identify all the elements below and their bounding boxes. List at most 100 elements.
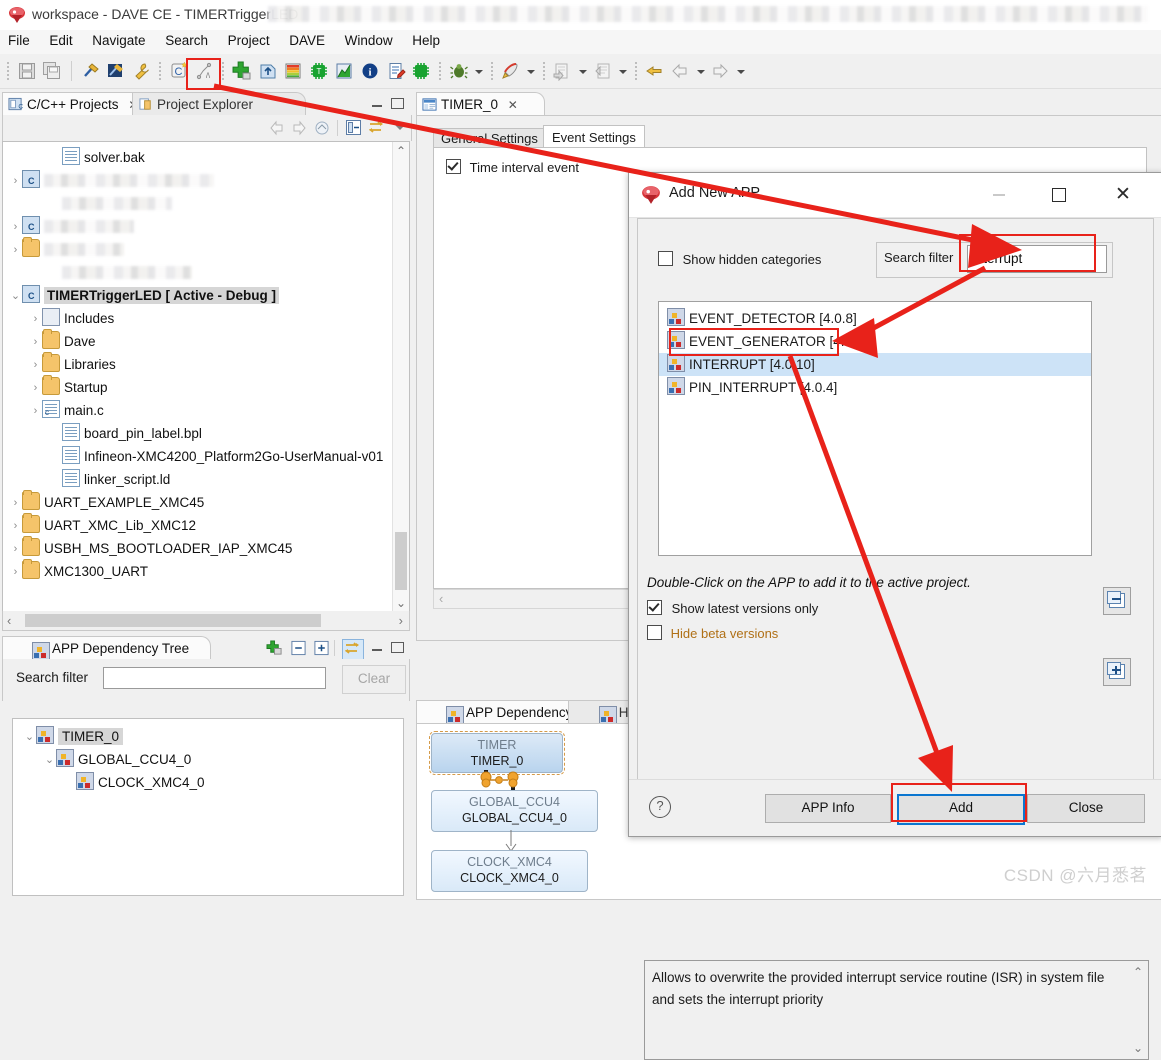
tree-twisty-collapsed[interactable]: ›: [9, 170, 22, 193]
tree-twisty-collapsed[interactable]: ›: [29, 400, 42, 423]
tree-twisty-collapsed[interactable]: ›: [29, 331, 42, 354]
projects-tree-row[interactable]: › XMC1300_UART: [3, 559, 392, 584]
projects-tree-row[interactable]: › c main.c: [3, 399, 392, 422]
info-icon[interactable]: i: [360, 61, 380, 81]
run-rocket-icon[interactable]: [500, 61, 520, 81]
projects-tree-row[interactable]: [3, 192, 392, 215]
add-new-app-icon[interactable]: [232, 61, 252, 81]
dependency-maximize-icon[interactable]: [390, 640, 404, 654]
inner-tab-general-settings[interactable]: General Settings: [433, 128, 546, 149]
hide-beta-versions-checkbox[interactable]: [647, 625, 662, 640]
projects-tree-row[interactable]: board_pin_label.bpl: [3, 422, 392, 445]
dependency-expand-all-icon[interactable]: [313, 640, 330, 659]
show-hidden-categories-row[interactable]: Show hidden categories: [658, 251, 821, 267]
projects-tree-vscrollbar[interactable]: ⌃ ⌄: [392, 142, 409, 612]
tree-twisty-collapsed[interactable]: ›: [29, 354, 42, 377]
dialog-search-filter-input[interactable]: [967, 245, 1107, 273]
projects-tree-row[interactable]: ›: [3, 169, 392, 193]
open-type-icon[interactable]: [593, 61, 613, 81]
projects-minimize-icon[interactable]: [370, 96, 384, 110]
menu-item-edit[interactable]: Edit: [41, 30, 80, 51]
menu-item-dave[interactable]: DAVE: [281, 30, 333, 51]
back-icon[interactable]: [670, 61, 690, 81]
new-ce-icon[interactable]: C: [169, 61, 189, 81]
projects-forward-arrow-icon[interactable]: [291, 120, 308, 139]
toolbar-drag-handle-7[interactable]: [634, 62, 637, 80]
toolbar-drag-handle-3[interactable]: [222, 62, 225, 80]
show-latest-versions-checkbox[interactable]: [647, 600, 662, 615]
dependency-minimize-icon[interactable]: [370, 640, 384, 654]
app-list[interactable]: EVENT_DETECTOR [4.0.8] EVENT_GENERATOR [4…: [658, 301, 1092, 556]
projects-collapse-all-icon[interactable]: [345, 119, 362, 139]
projects-tree-vscroll-thumb[interactable]: [395, 532, 407, 590]
tree-twisty-collapsed[interactable]: ›: [9, 515, 22, 538]
back-dropdown-arrow-icon[interactable]: [695, 61, 706, 81]
hide-beta-versions-row[interactable]: Hide beta versions: [647, 625, 778, 641]
tree-twisty-collapsed[interactable]: ›: [29, 308, 42, 331]
toolbar-drag-handle-5[interactable]: [490, 62, 493, 80]
dependency-tree-box[interactable]: ⌄ TIMER_0 ⌄ GLOBAL_CCU4_0 CLOCK_XMC4_0: [12, 718, 404, 896]
save-icon[interactable]: [17, 61, 37, 81]
toolbar-drag-handle-6[interactable]: [542, 62, 545, 80]
app-info-button[interactable]: APP Info: [765, 794, 891, 823]
tree-twisty-collapsed[interactable]: ›: [29, 377, 42, 400]
build-all-icon[interactable]: [106, 61, 126, 81]
projects-link-with-editor-icon[interactable]: [367, 119, 385, 139]
app-list-expand-all-button[interactable]: [1103, 658, 1131, 686]
editor-hscroll-left-icon[interactable]: ‹: [439, 591, 443, 606]
toolbar-drag-handle-4[interactable]: [438, 62, 441, 80]
projects-tree-row[interactable]: Infineon-XMC4200_Platform2Go-UserManual-…: [3, 445, 392, 468]
help-question-icon[interactable]: ?: [649, 796, 671, 818]
dialog-maximize-icon[interactable]: [1036, 173, 1082, 216]
projects-tree-row[interactable]: ›: [3, 215, 392, 239]
projects-tree-row[interactable]: solver.bak: [3, 146, 392, 169]
menu-item-help[interactable]: Help: [404, 30, 448, 51]
dependency-add-new-app-icon[interactable]: [266, 640, 283, 659]
save-all-icon[interactable]: [42, 61, 62, 81]
projects-hscroll-thumb[interactable]: [25, 614, 321, 627]
projects-tree-row[interactable]: › UART_XMC_Lib_XMC12: [3, 513, 392, 538]
projects-hscroll-left-icon[interactable]: ‹: [7, 613, 11, 628]
tree-twisty-collapsed[interactable]: ›: [9, 561, 22, 584]
report-icon[interactable]: [386, 61, 406, 81]
resource-bar-icon[interactable]: [283, 61, 303, 81]
chip-green-icon[interactable]: T: [309, 61, 329, 81]
description-scroll-up-icon[interactable]: ⌃: [1133, 965, 1143, 979]
forward-icon[interactable]: [710, 61, 730, 81]
time-interval-event-row[interactable]: Time interval event: [446, 159, 579, 175]
dependency-tree-row[interactable]: CLOCK_XMC4_0: [19, 771, 399, 794]
dialog-close-icon[interactable]: ✕: [1100, 173, 1146, 216]
device-icon[interactable]: [411, 61, 431, 81]
tree-twisty-collapsed[interactable]: ›: [9, 538, 22, 561]
show-hidden-categories-checkbox[interactable]: [658, 251, 673, 266]
projects-home-icon[interactable]: [314, 120, 330, 139]
run-dropdown-arrow-icon[interactable]: [525, 61, 536, 81]
debug-bug-icon[interactable]: [449, 61, 469, 81]
projects-tree-row[interactable]: › UART_EXAMPLE_XMC45: [3, 490, 392, 514]
dependency-tree-row[interactable]: ⌄ TIMER_0: [19, 725, 399, 748]
projects-scroll-up-icon[interactable]: ⌃: [396, 144, 406, 158]
projects-scroll-down-icon[interactable]: ⌄: [396, 596, 406, 610]
projects-tree[interactable]: solver.bak›››⌄TIMERTriggerLED [ Active -…: [2, 141, 410, 613]
app-list-item[interactable]: INTERRUPT [4.0.10]: [659, 353, 1091, 376]
tab-project-explorer[interactable]: Project Explorer: [132, 92, 306, 116]
tree-twisty-expanded[interactable]: ⌄: [9, 285, 22, 308]
tree-twisty-expanded[interactable]: ⌄: [23, 726, 36, 749]
external-tools-dropdown-arrow-icon[interactable]: [577, 61, 588, 81]
projects-tree-row[interactable]: ›: [3, 237, 392, 262]
dependency-search-input[interactable]: [103, 667, 326, 689]
projects-tree-row[interactable]: › Dave: [3, 329, 392, 354]
projects-tree-row[interactable]: › Libraries: [3, 352, 392, 377]
menu-item-project[interactable]: Project: [220, 30, 278, 51]
app-list-item[interactable]: EVENT_DETECTOR [4.0.8]: [659, 307, 1091, 330]
graph-node-global-ccu4-0[interactable]: GLOBAL_CCU4 GLOBAL_CCU4_0: [431, 790, 598, 832]
menu-item-file[interactable]: File: [0, 30, 38, 51]
tab-timer-0-editor[interactable]: TIMER_0 ✕: [416, 92, 545, 116]
app-list-item[interactable]: EVENT_GENERATOR [4.1.16]: [659, 330, 1091, 353]
close-button[interactable]: Close: [1027, 794, 1145, 823]
menu-item-navigate[interactable]: Navigate: [84, 30, 153, 51]
tree-twisty-collapsed[interactable]: ›: [9, 239, 22, 262]
dependency-clear-button[interactable]: Clear: [342, 665, 406, 694]
time-interval-event-checkbox[interactable]: [446, 159, 461, 174]
import-app-icon[interactable]: [258, 61, 278, 81]
